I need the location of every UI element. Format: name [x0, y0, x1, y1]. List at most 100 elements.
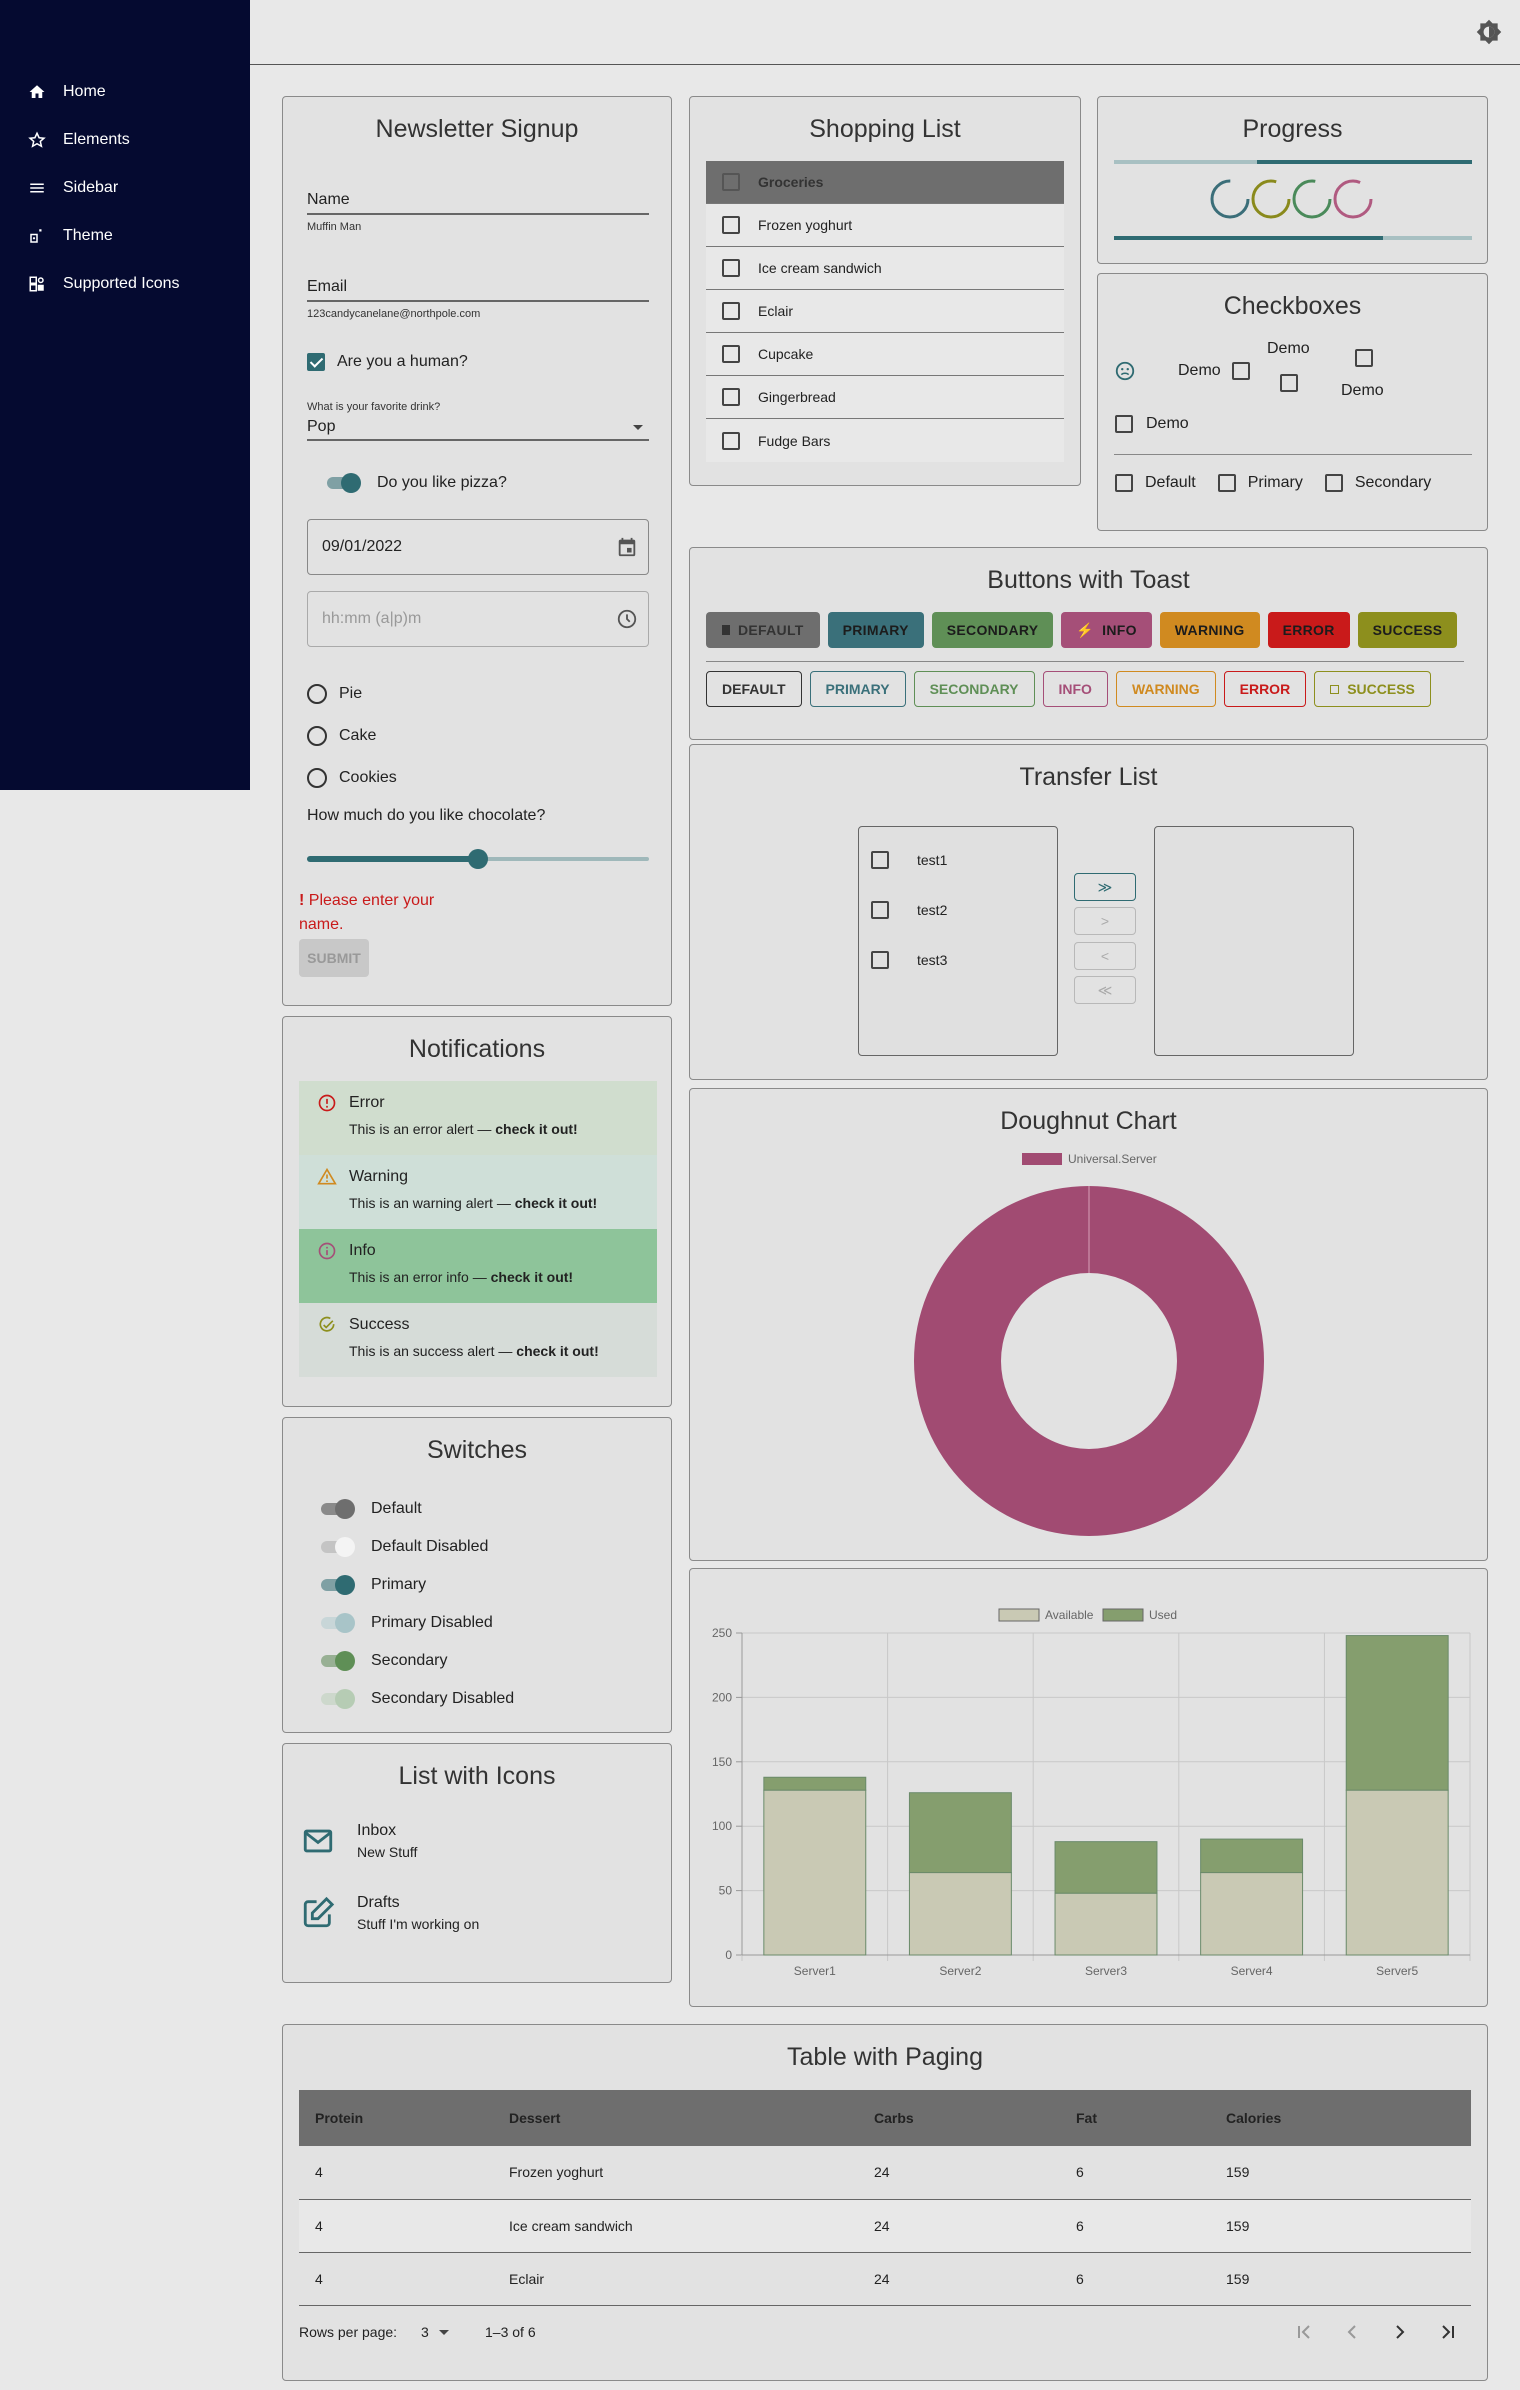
- rows-per-page-select[interactable]: 3: [421, 2324, 449, 2340]
- item-checkbox[interactable]: [722, 431, 740, 450]
- sidebar-item-theme[interactable]: Theme: [0, 212, 250, 260]
- next-page-icon[interactable]: [1388, 2320, 1412, 2344]
- switch-row[interactable]: Primary: [319, 1566, 514, 1604]
- switch-toggle[interactable]: [319, 1537, 355, 1557]
- demo-checkbox-bottom[interactable]: [1355, 349, 1373, 367]
- item-checkbox[interactable]: [722, 216, 740, 234]
- radio-button[interactable]: [307, 684, 327, 704]
- info-outlined-button[interactable]: INFO: [1042, 671, 1108, 707]
- list-item[interactable]: Frozen yoghurt: [706, 204, 1064, 247]
- primary-outlined-button[interactable]: PRIMARY: [809, 671, 906, 707]
- primary-checkbox[interactable]: [1217, 474, 1236, 492]
- sidebar-item-sidebar[interactable]: Sidebar: [0, 164, 250, 212]
- pizza-switch[interactable]: [325, 473, 361, 493]
- list-item[interactable]: Ice cream sandwich: [706, 247, 1064, 290]
- item-checkbox[interactable]: [722, 345, 740, 363]
- chocolate-slider[interactable]: [307, 849, 649, 869]
- drink-select[interactable]: Pop: [307, 413, 649, 441]
- list-item[interactable]: Inbox New Stuff: [301, 1822, 417, 1860]
- demo-checkbox-end[interactable]: [1115, 415, 1133, 433]
- sidebar-item-home[interactable]: Home: [0, 68, 250, 116]
- sad-face-icon[interactable]: [1114, 360, 1136, 382]
- demo-checkbox-top[interactable]: [1280, 374, 1298, 392]
- transfer-item[interactable]: test2: [871, 901, 947, 919]
- switch-toggle[interactable]: [319, 1651, 355, 1671]
- default-checkbox[interactable]: [1115, 474, 1133, 492]
- last-page-icon[interactable]: [1436, 2320, 1460, 2344]
- switch-row[interactable]: Primary Disabled: [319, 1604, 514, 1642]
- radio-button[interactable]: [307, 726, 327, 746]
- warning-outlined-button[interactable]: WARNING: [1115, 671, 1216, 707]
- error-outlined-button[interactable]: ERROR: [1223, 671, 1307, 707]
- move-selected-left-button[interactable]: <: [1074, 942, 1136, 970]
- radio-option-pie[interactable]: Pie: [307, 673, 397, 715]
- sidebar-item-supported-icons[interactable]: Supported Icons: [0, 260, 250, 308]
- date-picker-field[interactable]: 09/01/2022: [307, 519, 649, 575]
- radio-option-cake[interactable]: Cake: [307, 715, 397, 757]
- table-row[interactable]: 4 Eclair 24 6 159: [299, 2252, 1471, 2306]
- list-item[interactable]: Eclair: [706, 290, 1064, 333]
- switch-row[interactable]: Secondary Disabled: [319, 1680, 514, 1718]
- move-all-left-button[interactable]: ≪: [1074, 976, 1136, 1004]
- list-header[interactable]: Groceries: [706, 161, 1064, 204]
- move-selected-right-button[interactable]: >: [1074, 907, 1136, 935]
- item-checkbox[interactable]: [871, 901, 889, 919]
- transfer-item[interactable]: test1: [871, 851, 947, 869]
- table-row[interactable]: 4 Ice cream sandwich 24 6 159: [299, 2199, 1471, 2253]
- switch-toggle[interactable]: [319, 1689, 355, 1709]
- email-field[interactable]: Email: [307, 278, 649, 302]
- calendar-icon[interactable]: [616, 536, 638, 558]
- switch-row[interactable]: Default Disabled: [319, 1528, 514, 1566]
- submit-button[interactable]: SUBMIT: [299, 939, 369, 977]
- switch-row[interactable]: Secondary: [319, 1642, 514, 1680]
- switch-row[interactable]: Default: [319, 1490, 514, 1528]
- column-header[interactable]: Carbs: [874, 2090, 1076, 2146]
- secondary-outlined-button[interactable]: SECONDARY: [913, 671, 1035, 707]
- list-item[interactable]: Gingerbread: [706, 376, 1064, 419]
- pagination-range: 1–3 of 6: [485, 2323, 536, 2340]
- clock-icon[interactable]: [616, 608, 638, 630]
- human-checkbox[interactable]: [307, 353, 325, 371]
- secondary-button[interactable]: SECONDARY: [931, 612, 1054, 648]
- default-button[interactable]: DEFAULT: [706, 612, 820, 648]
- switch-toggle[interactable]: [319, 1499, 355, 1519]
- list-item[interactable]: Cupcake: [706, 333, 1064, 376]
- warning-button[interactable]: WARNING: [1159, 612, 1260, 648]
- item-checkbox[interactable]: [722, 302, 740, 320]
- radio-option-cookies[interactable]: Cookies: [307, 757, 397, 799]
- list-item[interactable]: Drafts Stuff I'm working on: [301, 1894, 479, 1932]
- item-checkbox[interactable]: [871, 951, 889, 969]
- select-all-checkbox[interactable]: [722, 173, 740, 191]
- first-page-icon[interactable]: [1292, 2320, 1316, 2344]
- column-header[interactable]: Fat: [1076, 2090, 1226, 2146]
- transfer-item[interactable]: test3: [871, 951, 947, 969]
- item-checkbox[interactable]: [722, 388, 740, 406]
- switch-toggle[interactable]: [319, 1575, 355, 1595]
- column-header[interactable]: Protein: [299, 2090, 509, 2146]
- primary-button[interactable]: PRIMARY: [827, 612, 924, 648]
- list-item[interactable]: Fudge Bars: [706, 419, 1064, 462]
- column-header[interactable]: Calories: [1226, 2090, 1471, 2146]
- human-checkbox-row[interactable]: Are you a human?: [307, 353, 468, 371]
- name-field[interactable]: Name: [307, 191, 649, 215]
- pizza-switch-row[interactable]: Do you like pizza?: [325, 473, 507, 493]
- time-picker-field[interactable]: hh:mm (a|p)m: [307, 591, 649, 647]
- error-button[interactable]: ERROR: [1267, 612, 1350, 648]
- radio-button[interactable]: [307, 768, 327, 788]
- default-outlined-button[interactable]: DEFAULT: [706, 671, 802, 707]
- info-button[interactable]: ⚡ INFO: [1061, 612, 1152, 648]
- previous-page-icon[interactable]: [1340, 2320, 1364, 2344]
- move-all-right-button[interactable]: ≫: [1074, 873, 1136, 901]
- table-row[interactable]: 4 Frozen yoghurt 24 6 159: [299, 2146, 1471, 2200]
- brightness-icon[interactable]: [1476, 19, 1502, 45]
- column-header[interactable]: Dessert: [509, 2090, 874, 2146]
- switch-toggle[interactable]: [319, 1613, 355, 1633]
- success-button[interactable]: SUCCESS: [1357, 612, 1458, 648]
- item-checkbox[interactable]: [722, 259, 740, 277]
- demo-checkbox-start[interactable]: [1232, 362, 1250, 380]
- item-checkbox[interactable]: [871, 851, 889, 869]
- sidebar-item-elements[interactable]: Elements: [0, 116, 250, 164]
- slider-thumb[interactable]: [468, 849, 488, 869]
- success-outlined-button[interactable]: SUCCESS: [1314, 671, 1431, 707]
- secondary-checkbox[interactable]: [1324, 474, 1343, 492]
